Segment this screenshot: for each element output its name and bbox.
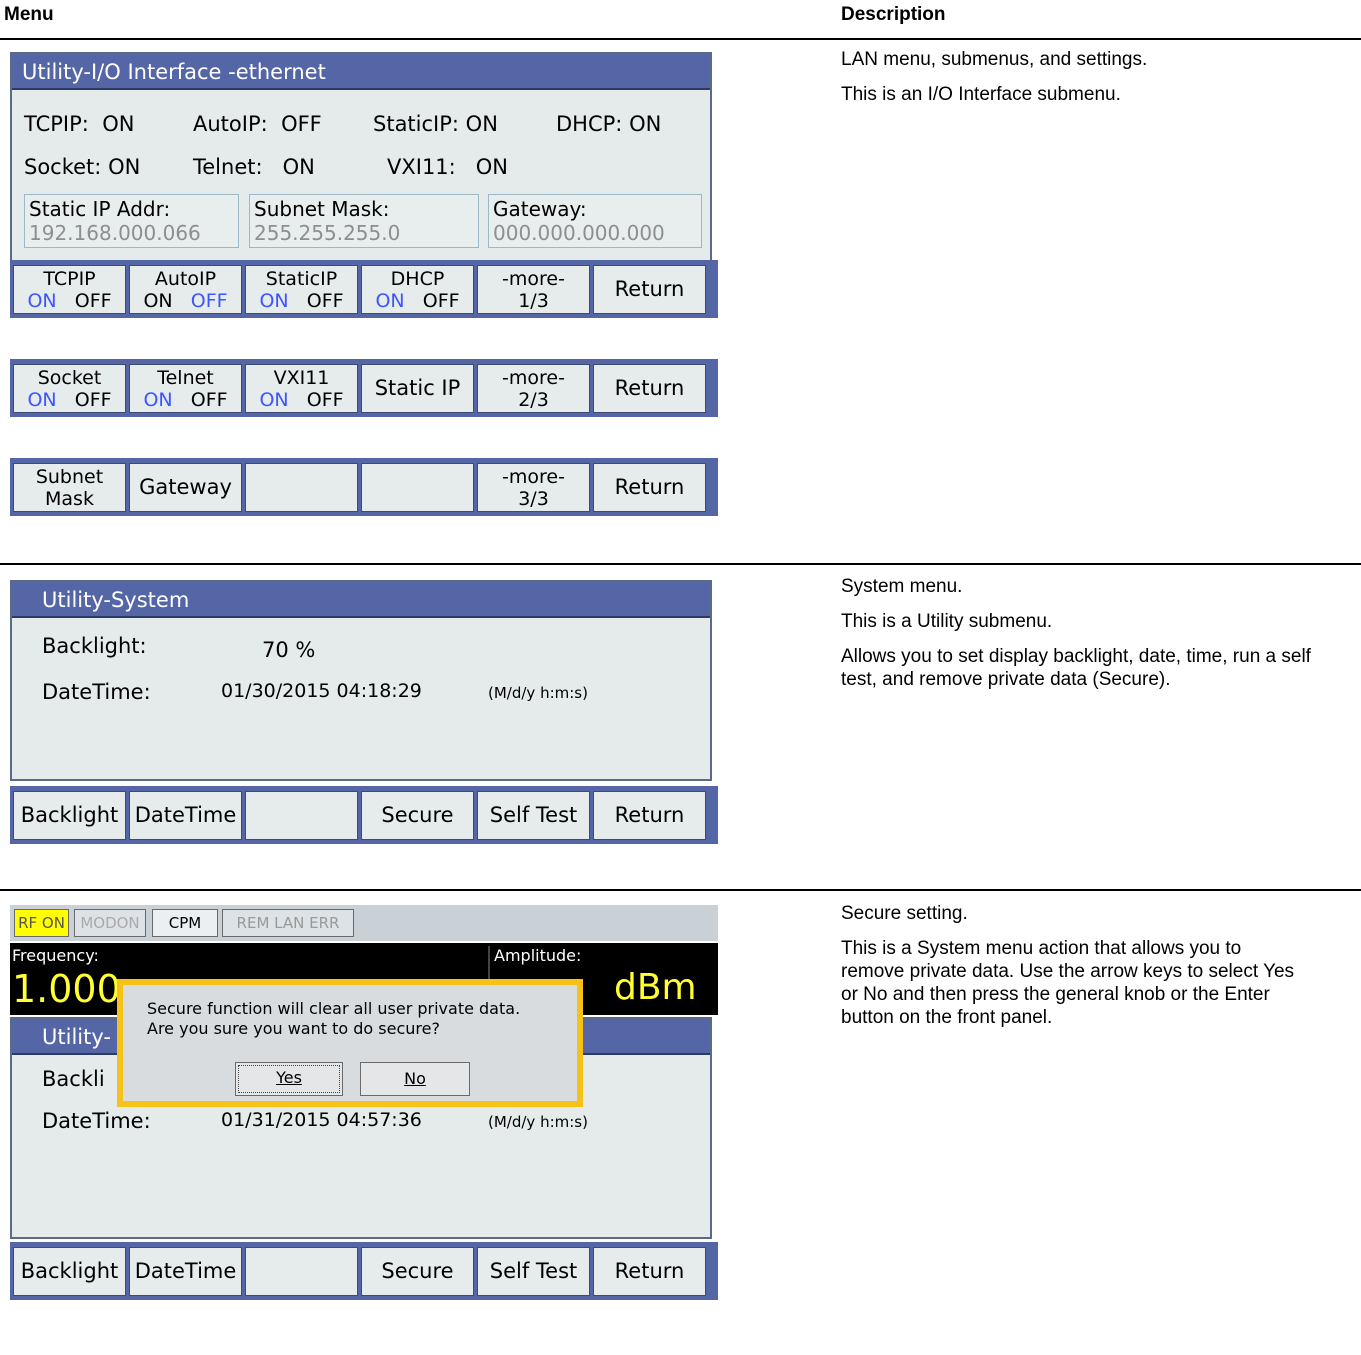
softkey-empty[interactable] xyxy=(361,463,474,512)
frequency-label: Frequency: xyxy=(12,946,99,965)
softkey-more[interactable]: -more- 1/3 xyxy=(477,265,590,314)
dialog-message: Secure function will clear all user priv… xyxy=(147,999,521,1038)
header-divider xyxy=(0,38,1361,40)
softkey-subnet-mask[interactable]: Subnet Mask xyxy=(13,463,126,512)
softkey-socket[interactable]: Socket ON OFF xyxy=(13,364,126,413)
softkey-self-test[interactable]: Self Test xyxy=(477,1247,590,1296)
softkey-empty[interactable] xyxy=(245,1247,358,1296)
panel-title: Utility-System xyxy=(12,582,710,618)
softkey-bar-page2: Socket ON OFF Telnet ON OFF VXI11 ON OFF St… xyxy=(10,359,718,417)
staticip-status: StaticIP: ON xyxy=(373,112,498,136)
no-button[interactable]: No xyxy=(360,1062,470,1096)
datetime-label: DateTime: xyxy=(42,1109,151,1133)
modon-flag: MODON xyxy=(74,909,146,937)
rem-lan-err-flag: REM LAN ERR xyxy=(222,909,354,937)
softkey-return[interactable]: Return xyxy=(593,791,706,840)
section1-description: LAN menu, submenus, and settings. This i… xyxy=(841,49,1148,105)
datetime-label: DateTime: xyxy=(42,680,151,704)
softkey-secure[interactable]: Secure xyxy=(361,791,474,840)
static-ip-box: Static IP Addr: 192.168.000.066 xyxy=(24,194,239,248)
softkey-empty[interactable] xyxy=(245,791,358,840)
section3-description: Secure setting. This is a System menu ac… xyxy=(841,903,1295,1028)
telnet-status: Telnet: ON xyxy=(193,155,315,179)
datetime-format: (M/d/y h:m:s) xyxy=(488,1113,588,1131)
softkey-autoip[interactable]: AutoIP ON OFF xyxy=(129,265,242,314)
softkey-backlight[interactable]: Backlight xyxy=(13,791,126,840)
gateway-value: 000.000.000.000 xyxy=(493,221,665,245)
description-column-header: Description xyxy=(841,4,946,25)
softkey-telnet[interactable]: Telnet ON OFF xyxy=(129,364,242,413)
menu-column-header: Menu xyxy=(4,4,54,25)
softkey-static-ip[interactable]: Static IP xyxy=(361,364,474,413)
softkey-secure[interactable]: Secure xyxy=(361,1247,474,1296)
softkey-datetime[interactable]: DateTime xyxy=(129,791,242,840)
softkey-more[interactable]: -more- 2/3 xyxy=(477,364,590,413)
softkey-bar-page1: TCPIP ON OFF AutoIP ON OFF StaticIP ON OFF … xyxy=(10,260,718,318)
subnet-mask-label: Subnet Mask: xyxy=(254,197,390,221)
gateway-label: Gateway: xyxy=(493,197,587,221)
secure-softkey-bar: Backlight DateTime Secure Self Test Retu… xyxy=(10,1242,718,1300)
datetime-format: (M/d/y h:m:s) xyxy=(488,684,588,702)
datetime-value: 01/31/2015 04:57:36 xyxy=(221,1109,422,1131)
section2-description: System menu. This is a Utility submenu. … xyxy=(841,576,1311,690)
amplitude-unit: dBm xyxy=(614,967,697,1008)
system-softkey-bar: Backlight DateTime Secure Self Test Retu… xyxy=(10,786,718,844)
softkey-empty[interactable] xyxy=(245,463,358,512)
autoip-status: AutoIP: OFF xyxy=(193,112,322,136)
backlight-value: 70 % xyxy=(262,638,316,662)
gateway-box: Gateway: 000.000.000.000 xyxy=(488,194,702,248)
softkey-return[interactable]: Return xyxy=(593,364,706,413)
frequency-value: 1.000 xyxy=(12,967,121,1011)
static-ip-value: 192.168.000.066 xyxy=(29,221,201,245)
vxi11-status: VXI11: ON xyxy=(387,155,509,179)
backlight-label: Backli xyxy=(42,1067,105,1091)
softkey-gateway[interactable]: Gateway xyxy=(129,463,242,512)
tcpip-status: TCPIP: ON xyxy=(24,112,135,136)
softkey-datetime[interactable]: DateTime xyxy=(129,1247,242,1296)
section-divider xyxy=(0,889,1361,891)
secure-confirm-dialog: Secure function will clear all user priv… xyxy=(117,979,583,1107)
softkey-backlight[interactable]: Backlight xyxy=(13,1247,126,1296)
softkey-return[interactable]: Return xyxy=(593,1247,706,1296)
softkey-bar-page3: Subnet Mask Gateway -more- 3/3 Return xyxy=(10,458,718,516)
cpm-flag: CPM xyxy=(152,909,218,937)
datetime-value: 01/30/2015 04:18:29 xyxy=(221,680,422,702)
softkey-return[interactable]: Return xyxy=(593,463,706,512)
status-bar: RF ON MODON CPM REM LAN ERR xyxy=(10,905,718,941)
panel-title: Utility-I/O Interface -ethernet xyxy=(12,54,710,90)
backlight-label: Backlight: xyxy=(42,634,147,658)
softkey-self-test[interactable]: Self Test xyxy=(477,791,590,840)
softkey-staticip[interactable]: StaticIP ON OFF xyxy=(245,265,358,314)
socket-status: Socket: ON xyxy=(24,155,141,179)
subnet-mask-box: Subnet Mask: 255.255.255.0 xyxy=(249,194,479,248)
rf-on-flag: RF ON xyxy=(14,909,69,937)
softkey-vxi11[interactable]: VXI11 ON OFF xyxy=(245,364,358,413)
io-interface-panel: Utility-I/O Interface -ethernet TCPIP: O… xyxy=(10,52,712,263)
yes-button[interactable]: Yes xyxy=(235,1062,343,1096)
dhcp-status: DHCP: ON xyxy=(556,112,662,136)
softkey-dhcp[interactable]: DHCP ON OFF xyxy=(361,265,474,314)
softkey-return[interactable]: Return xyxy=(593,265,706,314)
subnet-mask-value: 255.255.255.0 xyxy=(254,221,401,245)
system-panel: Utility-System Backlight: 70 % DateTime:… xyxy=(10,580,712,781)
softkey-tcpip[interactable]: TCPIP ON OFF xyxy=(13,265,126,314)
static-ip-label: Static IP Addr: xyxy=(29,197,171,221)
section-divider xyxy=(0,563,1361,565)
softkey-more[interactable]: -more- 3/3 xyxy=(477,463,590,512)
secure-screen: RF ON MODON CPM REM LAN ERR Frequency: A… xyxy=(10,905,718,1239)
